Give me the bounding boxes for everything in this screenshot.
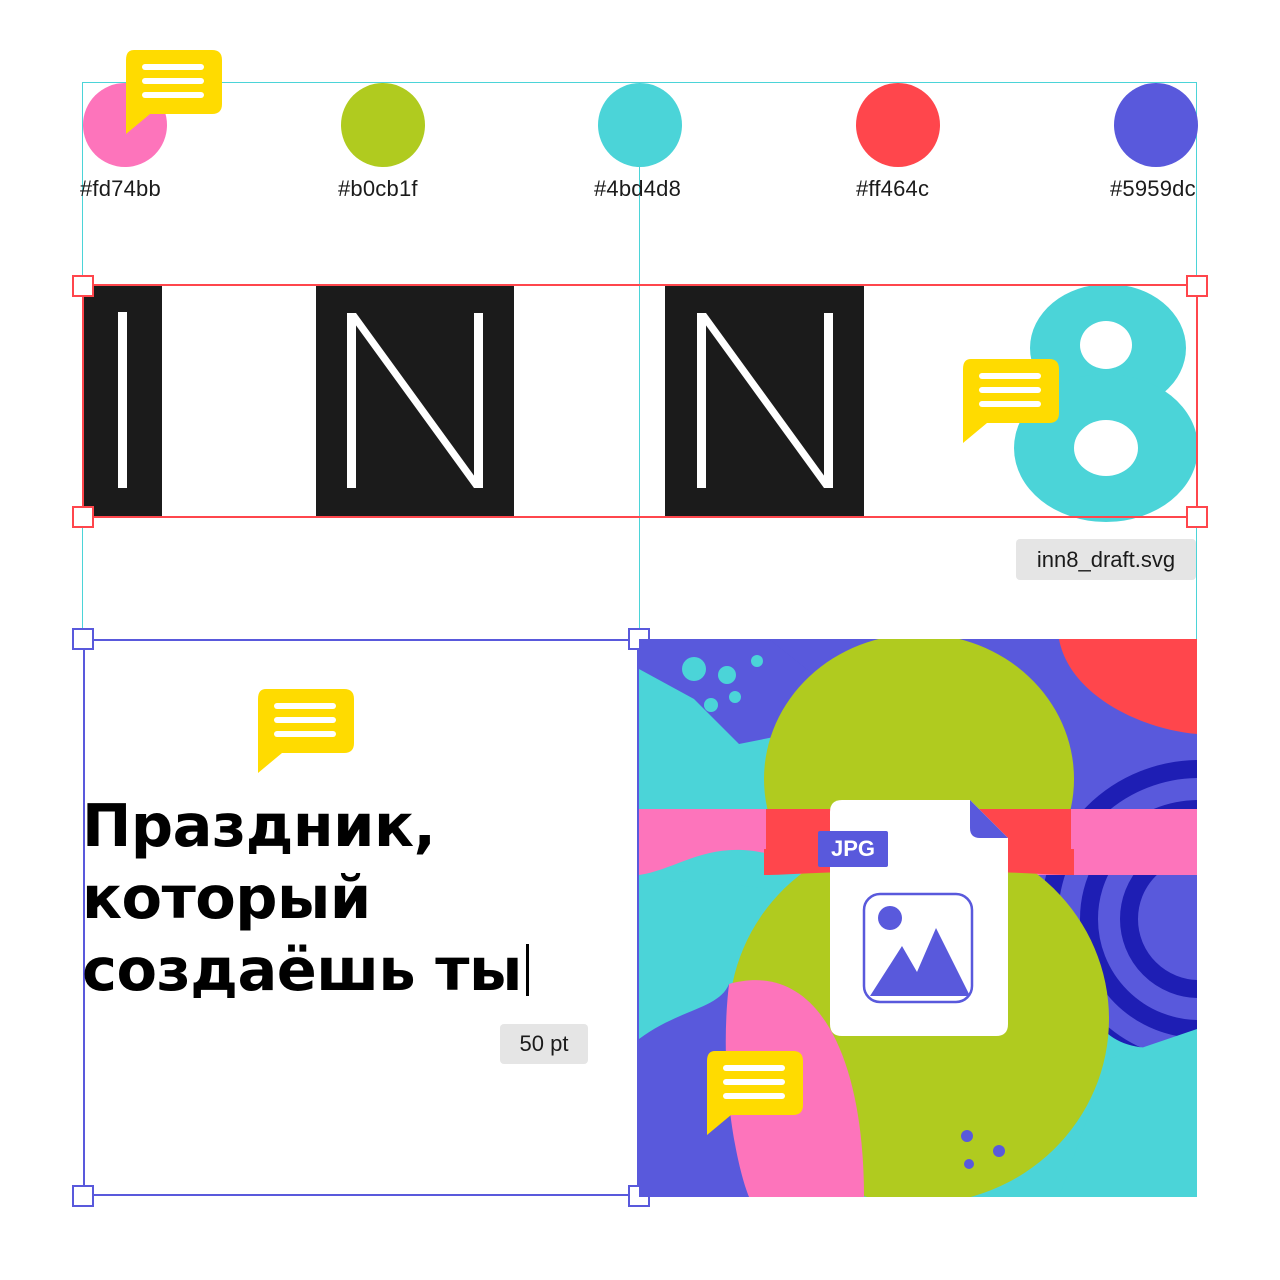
logo-letter-n <box>665 286 864 516</box>
resize-handle[interactable] <box>72 628 94 650</box>
text-cursor <box>525 944 529 996</box>
image-icon <box>862 892 974 1004</box>
file-name-chip: inn8_draft.svg <box>1016 539 1196 580</box>
logo-letter-n <box>316 286 514 516</box>
resize-handle[interactable] <box>1186 506 1208 528</box>
logo-letter-i <box>84 286 162 516</box>
resize-handle[interactable] <box>72 275 94 297</box>
headline-line: создаёшь ты <box>82 935 522 1004</box>
comment-icon[interactable] <box>705 1051 803 1135</box>
headline-line: Праздник, <box>82 791 436 860</box>
resize-handle[interactable] <box>1186 275 1208 297</box>
comment-icon[interactable] <box>961 359 1059 443</box>
font-size-chip: 50 pt <box>500 1024 588 1064</box>
resize-handle[interactable] <box>72 506 94 528</box>
resize-handle[interactable] <box>72 1185 94 1207</box>
headline-text[interactable]: Праздник, который создаёшь ты <box>82 790 529 1006</box>
comment-icon[interactable] <box>256 689 354 773</box>
comment-icon[interactable] <box>124 50 222 134</box>
headline-line: который <box>82 863 371 932</box>
file-type-badge: JPG <box>818 831 888 867</box>
